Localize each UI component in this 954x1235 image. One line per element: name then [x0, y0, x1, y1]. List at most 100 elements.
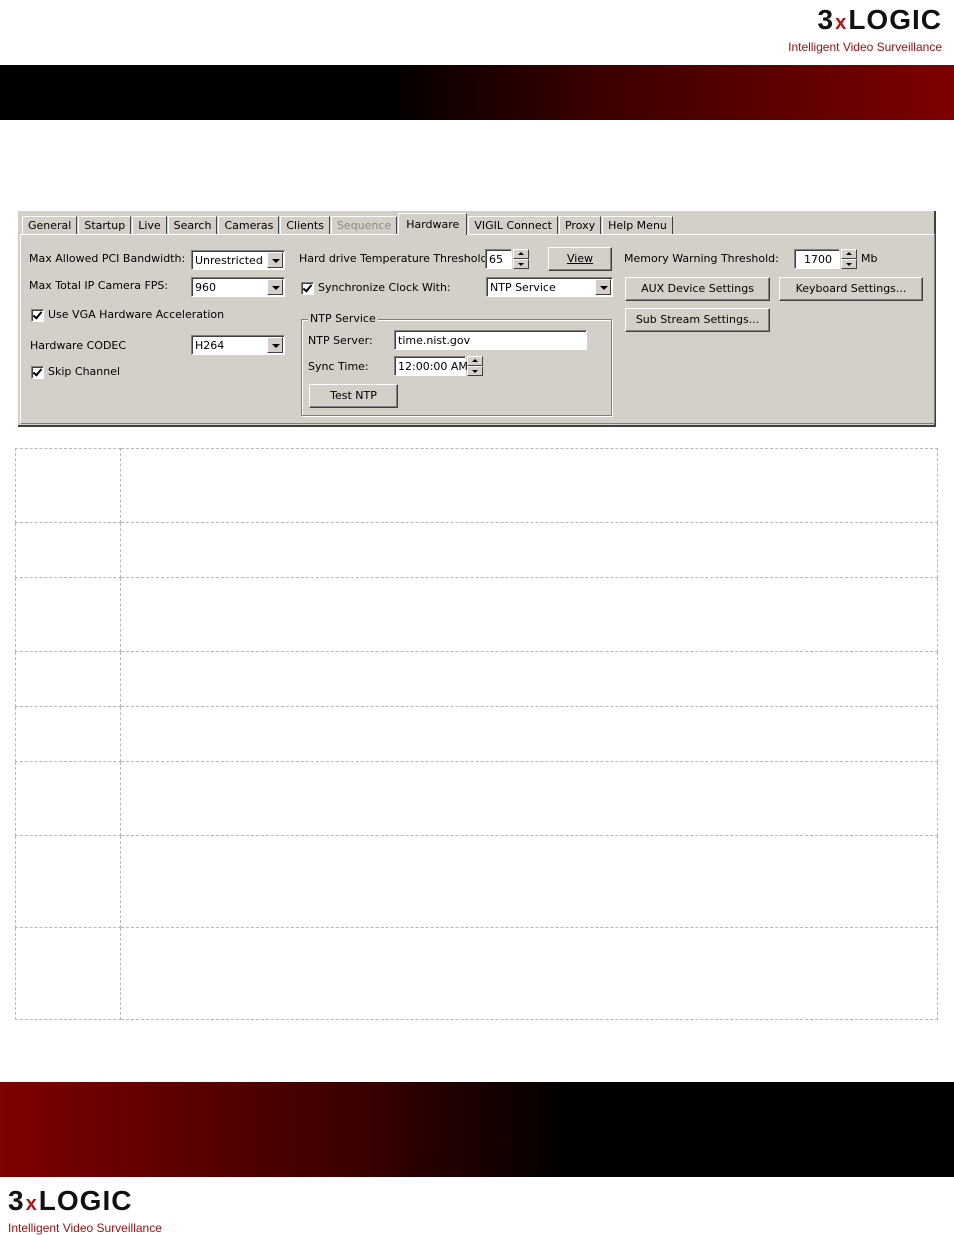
tab-strip: General Startup Live Search Cameras Clie… — [22, 213, 674, 235]
keyboard-settings-button[interactable]: Keyboard Settings... — [779, 277, 923, 301]
setting-name-cell — [15, 651, 121, 707]
header-tagline: Intelligent Video Surveillance — [788, 40, 942, 54]
setting-name-cell — [15, 761, 121, 836]
sub-stream-settings-button[interactable]: Sub Stream Settings... — [625, 308, 770, 332]
setting-description-cell — [120, 927, 938, 1020]
setting-description-cell — [120, 522, 938, 578]
vga-acceleration-checkbox[interactable] — [31, 309, 44, 322]
tab-help-menu[interactable]: Help Menu — [602, 216, 673, 235]
sync-clock-select[interactable]: NTP Service — [486, 277, 613, 297]
hardware-codec-select[interactable]: H264 — [191, 335, 285, 355]
aux-device-settings-button[interactable]: AUX Device Settings — [625, 277, 770, 301]
view-button[interactable]: View — [548, 247, 612, 271]
logo-suffix: LOGIC — [38, 1185, 133, 1216]
table-row — [15, 761, 938, 836]
pci-bandwidth-label: Max Allowed PCI Bandwidth: — [29, 252, 186, 265]
tab-hardware[interactable]: Hardware — [398, 213, 468, 235]
memory-unit-label: Mb — [861, 252, 878, 265]
setting-description-cell — [120, 761, 938, 836]
setting-description-cell — [120, 448, 938, 523]
table-row — [15, 706, 938, 762]
hardware-codec-value: H264 — [195, 339, 225, 352]
pci-bandwidth-value: Unrestricted — [195, 254, 263, 267]
camera-fps-select[interactable]: 960 — [191, 277, 285, 297]
hardware-panel: Max Allowed PCI Bandwidth: Unrestricted … — [20, 234, 935, 424]
footer-logo: 3 x LOGIC — [8, 1187, 132, 1215]
setting-description-cell — [120, 577, 938, 652]
temp-threshold-label: Hard drive Temperature Threshold: — [299, 252, 492, 265]
table-row — [15, 927, 938, 1020]
setting-name-cell — [15, 522, 121, 578]
logo-prefix: 3 — [817, 4, 835, 35]
pci-bandwidth-select[interactable]: Unrestricted — [191, 250, 285, 270]
chevron-down-icon[interactable] — [267, 279, 283, 295]
vga-acceleration-label: Use VGA Hardware Acceleration — [48, 308, 225, 321]
test-ntp-button[interactable]: Test NTP — [309, 384, 398, 408]
logo-suffix: LOGIC — [848, 4, 942, 35]
tab-clients[interactable]: Clients — [280, 216, 330, 235]
memory-threshold-input[interactable]: 1700 — [794, 249, 840, 269]
hardware-codec-label: Hardware CODEC — [30, 339, 127, 352]
skip-channel-checkbox[interactable] — [31, 366, 44, 379]
setting-name-cell — [15, 706, 121, 762]
tab-sequence: Sequence — [330, 216, 398, 235]
temp-threshold-value: 65 — [489, 253, 503, 266]
spin-down-icon[interactable] — [467, 366, 483, 376]
tab-live[interactable]: Live — [132, 216, 167, 235]
chevron-down-icon[interactable] — [595, 279, 611, 295]
setting-name-cell — [15, 835, 121, 928]
ntp-service-group: NTP Service NTP Server: time.nist.gov Sy… — [301, 312, 612, 416]
camera-fps-value: 960 — [195, 281, 216, 294]
logo-x: x — [25, 1193, 38, 1215]
setting-description-cell — [120, 835, 938, 928]
tab-cameras[interactable]: Cameras — [218, 216, 280, 235]
memory-threshold-value: 1700 — [804, 253, 832, 266]
spin-down-icon[interactable] — [841, 259, 857, 269]
settings-description-table — [15, 448, 938, 1020]
ntp-server-value: time.nist.gov — [398, 334, 471, 347]
tab-startup[interactable]: Startup — [78, 216, 132, 235]
spin-down-icon[interactable] — [513, 259, 529, 269]
camera-fps-label: Max Total IP Camera FPS: — [29, 279, 169, 292]
sync-clock-value: NTP Service — [490, 281, 556, 294]
sync-time-input[interactable]: 12:00:00 AM — [394, 356, 468, 376]
tab-proxy[interactable]: Proxy — [558, 216, 602, 235]
chevron-down-icon[interactable] — [267, 252, 283, 268]
tab-search[interactable]: Search — [167, 216, 218, 235]
spin-up-icon[interactable] — [841, 249, 857, 259]
logo-x: x — [835, 12, 848, 34]
setting-description-cell — [120, 706, 938, 762]
table-row — [15, 448, 938, 523]
sync-clock-label: Synchronize Clock With: — [318, 281, 451, 294]
chevron-down-icon[interactable] — [267, 337, 283, 353]
table-row — [15, 835, 938, 928]
header-logo: 3 x LOGIC — [818, 6, 942, 34]
header-band — [0, 65, 954, 120]
ntp-server-label: NTP Server: — [308, 334, 373, 347]
sync-time-label: Sync Time: — [308, 360, 369, 373]
sync-time-value: 12:00:00 AM — [398, 360, 468, 373]
skip-channel-label: Skip Channel — [48, 365, 121, 378]
setting-name-cell — [15, 448, 121, 523]
temp-threshold-spinner[interactable] — [513, 249, 529, 269]
table-row — [15, 577, 938, 652]
ntp-service-legend: NTP Service — [308, 312, 378, 326]
footer-band — [0, 1082, 954, 1177]
footer-tagline: Intelligent Video Surveillance — [8, 1221, 162, 1235]
temp-threshold-input[interactable]: 65 — [485, 249, 512, 269]
settings-dialog: General Startup Live Search Cameras Clie… — [18, 211, 936, 427]
view-button-label: View — [566, 252, 594, 265]
memory-threshold-spinner[interactable] — [841, 249, 857, 269]
tab-general[interactable]: General — [22, 216, 78, 235]
sync-time-spinner[interactable] — [467, 356, 483, 376]
sync-clock-checkbox[interactable] — [301, 282, 314, 295]
ntp-server-input[interactable]: time.nist.gov — [394, 330, 587, 350]
spin-up-icon[interactable] — [467, 356, 483, 366]
table-row — [15, 522, 938, 578]
spin-up-icon[interactable] — [513, 249, 529, 259]
setting-description-cell — [120, 651, 938, 707]
setting-name-cell — [15, 927, 121, 1020]
tab-vigil-connect[interactable]: VIGIL Connect — [468, 216, 558, 235]
table-row — [15, 651, 938, 707]
logo-prefix: 3 — [8, 1185, 25, 1216]
